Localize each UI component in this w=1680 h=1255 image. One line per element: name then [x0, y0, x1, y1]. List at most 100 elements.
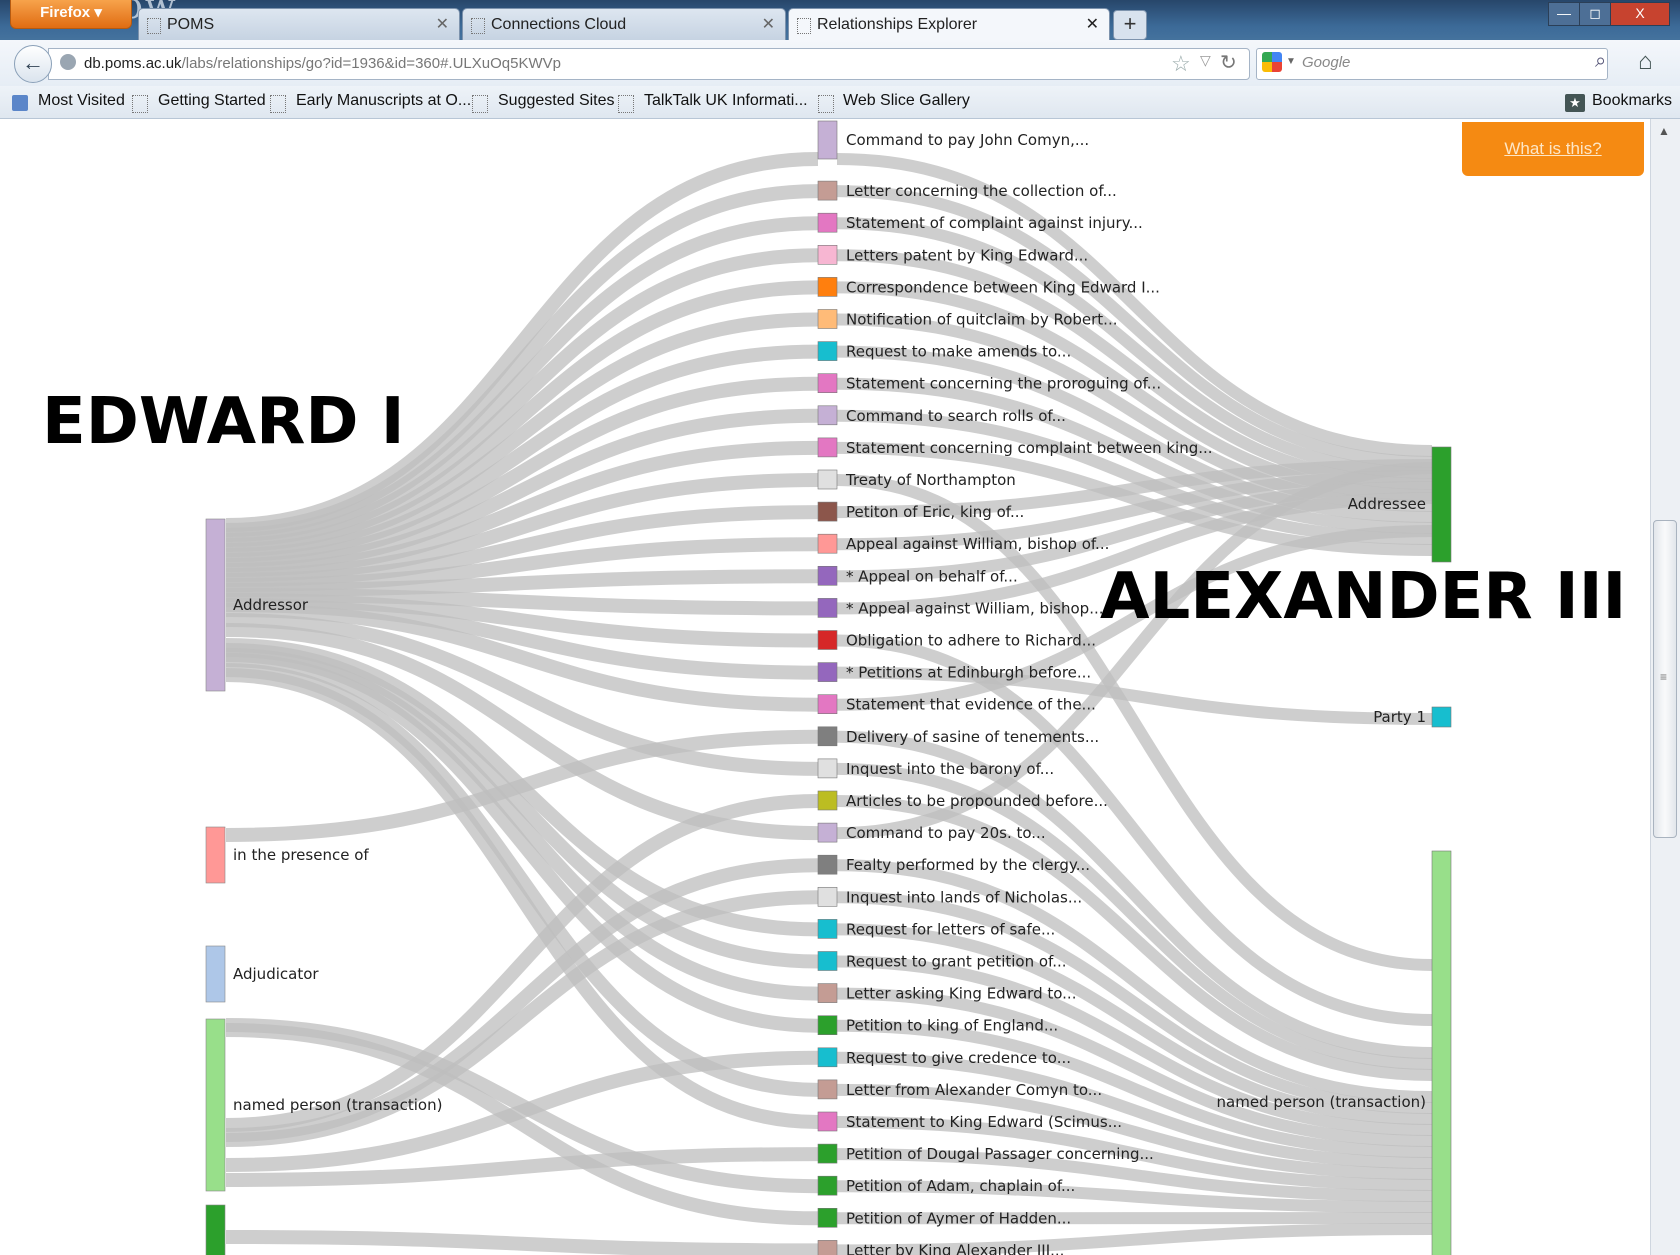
document-node-bar[interactable] — [817, 1079, 838, 1100]
document-node-label[interactable]: Petiton of Eric, king of... — [846, 503, 1024, 521]
url-dropdown-icon[interactable]: ▽ — [1200, 52, 1211, 69]
document-node-label[interactable]: Treaty of Northampton — [845, 471, 1016, 489]
what-is-this-link[interactable]: What is this? — [1462, 122, 1644, 176]
document-node-bar[interactable] — [817, 886, 838, 907]
document-node-bar[interactable] — [817, 1208, 838, 1228]
document-node-bar[interactable] — [817, 120, 838, 160]
document-node-bar[interactable] — [817, 854, 838, 875]
document-node-bar[interactable] — [817, 726, 838, 747]
document-node-label[interactable]: Command to pay 20s. to... — [846, 824, 1046, 842]
document-node-bar[interactable] — [817, 919, 838, 939]
document-node-label[interactable]: Petition of Adam, chaplain of... — [846, 1177, 1075, 1195]
document-node-bar[interactable] — [817, 790, 838, 811]
document-node-label[interactable]: Letters patent by King Edward... — [846, 246, 1088, 264]
close-tab-icon[interactable]: ✕ — [762, 9, 775, 41]
document-node-label[interactable]: Statement that evidence of the... — [846, 696, 1096, 714]
url-text[interactable]: db.poms.ac.uk/labs/relationships/go?id=1… — [84, 55, 561, 72]
document-node-bar[interactable] — [817, 180, 838, 201]
bookmark-getting-started[interactable]: Getting Started — [158, 92, 266, 110]
document-node-label[interactable]: Notification of quitclaim by Robert... — [846, 311, 1118, 329]
document-node-bar[interactable] — [817, 598, 838, 618]
document-node-label[interactable]: Statement concerning complaint between k… — [846, 439, 1213, 457]
document-node-bar[interactable] — [817, 1047, 838, 1068]
bookmark-web-slice-gallery[interactable]: Web Slice Gallery — [843, 92, 970, 110]
right-node-bar[interactable] — [1431, 706, 1452, 728]
document-node-bar[interactable] — [817, 630, 838, 650]
tab-poms[interactable]: POMS ✕ — [138, 8, 460, 40]
document-node-label[interactable]: Statement of complaint against injury... — [846, 214, 1143, 232]
right-node-bar[interactable] — [1431, 446, 1452, 563]
document-node-bar[interactable] — [817, 437, 838, 458]
document-node-bar[interactable] — [817, 1111, 838, 1132]
document-node-bar[interactable] — [817, 983, 838, 1003]
document-node-label[interactable]: Obligation to adhere to Richard... — [846, 632, 1096, 650]
document-node-label[interactable]: Letter by King Alexander III... — [846, 1241, 1064, 1255]
document-node-label[interactable]: Request to make amends to... — [846, 343, 1071, 361]
document-node-label[interactable]: Petition of Aymer of Hadden... — [846, 1209, 1071, 1227]
document-node-label[interactable]: Delivery of sasine of tenements... — [846, 728, 1099, 746]
tab-connections-cloud[interactable]: Connections Cloud ✕ — [462, 8, 786, 40]
document-node-label[interactable]: Request for letters of safe... — [846, 920, 1055, 938]
document-node-bar[interactable] — [817, 1015, 838, 1036]
left-node-bar[interactable] — [205, 1018, 226, 1192]
document-node-label[interactable]: Letter from Alexander Comyn to... — [846, 1081, 1102, 1099]
document-node-label[interactable]: Command to pay John Comyn,... — [846, 131, 1089, 149]
left-node-bar[interactable] — [205, 518, 226, 692]
document-node-bar[interactable] — [817, 341, 838, 361]
search-input-placeholder[interactable]: Google — [1302, 54, 1350, 71]
document-node-label[interactable]: Letter concerning the collection of... — [846, 182, 1117, 200]
document-node-label[interactable]: Petition to king of England... — [846, 1017, 1058, 1035]
document-node-bar[interactable] — [817, 277, 838, 297]
document-node-label[interactable]: Inquest into lands of Nicholas... — [846, 888, 1082, 906]
bookmark-most-visited[interactable]: Most Visited — [38, 92, 125, 110]
close-tab-icon[interactable]: ✕ — [436, 9, 449, 41]
document-node-label[interactable]: * Petitions at Edinburgh before... — [846, 664, 1091, 682]
document-node-bar[interactable] — [817, 501, 838, 522]
left-node-bar[interactable] — [205, 1204, 226, 1255]
document-node-bar[interactable] — [817, 309, 838, 329]
bookmark-star-icon[interactable]: ☆ — [1171, 51, 1191, 77]
document-node-bar[interactable] — [817, 405, 838, 426]
document-node-label[interactable]: Request to give credence to... — [846, 1049, 1071, 1067]
document-node-bar[interactable] — [817, 1175, 838, 1196]
document-node-label[interactable]: Letter asking King Edward to... — [846, 985, 1076, 1003]
google-search-engine-icon[interactable] — [1262, 52, 1282, 72]
document-node-bar[interactable] — [817, 694, 838, 715]
tab-relationships-explorer[interactable]: Relationships Explorer ✕ — [788, 8, 1110, 40]
document-node-bar[interactable] — [817, 822, 838, 843]
document-node-label[interactable]: * Appeal on behalf of... — [846, 567, 1018, 585]
document-node-bar[interactable] — [817, 758, 838, 779]
document-node-label[interactable]: Petition of Dougal Passager concerning..… — [846, 1145, 1154, 1163]
close-tab-icon[interactable]: ✕ — [1086, 9, 1099, 41]
left-node-bar[interactable] — [205, 826, 226, 884]
document-node-bar[interactable] — [817, 951, 838, 971]
document-node-bar[interactable] — [817, 1240, 838, 1255]
document-node-label[interactable]: Appeal against William, bishop of... — [846, 535, 1109, 553]
firefox-menu-button[interactable]: Firefox ▾ — [10, 0, 132, 29]
left-node-bar[interactable] — [205, 945, 226, 1003]
document-node-bar[interactable] — [817, 245, 838, 265]
back-button[interactable]: ← — [14, 45, 52, 83]
document-node-label[interactable]: Fealty performed by the clergy... — [846, 856, 1090, 874]
document-node-bar[interactable] — [817, 533, 838, 554]
document-node-label[interactable]: * Appeal against William, bishop... — [846, 599, 1104, 617]
new-tab-button[interactable]: + — [1113, 10, 1147, 40]
reload-icon[interactable]: ↻ — [1220, 50, 1237, 75]
document-node-bar[interactable] — [817, 469, 838, 490]
search-engine-dropdown-icon[interactable]: ▼ — [1286, 56, 1296, 67]
bookmarks-menu-button[interactable]: Bookmarks — [1592, 92, 1672, 110]
bookmark-talktalk[interactable]: TalkTalk UK Informati... — [644, 92, 808, 110]
document-node-bar[interactable] — [817, 662, 838, 682]
scroll-up-arrow-icon[interactable]: ▲ — [1658, 124, 1670, 138]
document-node-label[interactable]: Articles to be propounded before... — [846, 792, 1108, 810]
bookmark-suggested-sites[interactable]: Suggested Sites — [498, 92, 615, 110]
minimize-button[interactable]: — — [1548, 2, 1580, 26]
document-node-label[interactable]: Request to grant petition of... — [846, 953, 1067, 971]
site-identity-icon[interactable] — [60, 54, 76, 70]
right-node-bar[interactable] — [1431, 850, 1452, 1255]
maximize-button[interactable]: ◻ — [1579, 2, 1611, 26]
search-icon[interactable]: ⌕ — [1595, 50, 1606, 73]
document-node-label[interactable]: Statement concerning the proroguing of..… — [846, 375, 1161, 393]
close-window-button[interactable]: X — [1610, 2, 1670, 26]
bookmark-early-manuscripts[interactable]: Early Manuscripts at O... — [296, 92, 471, 110]
